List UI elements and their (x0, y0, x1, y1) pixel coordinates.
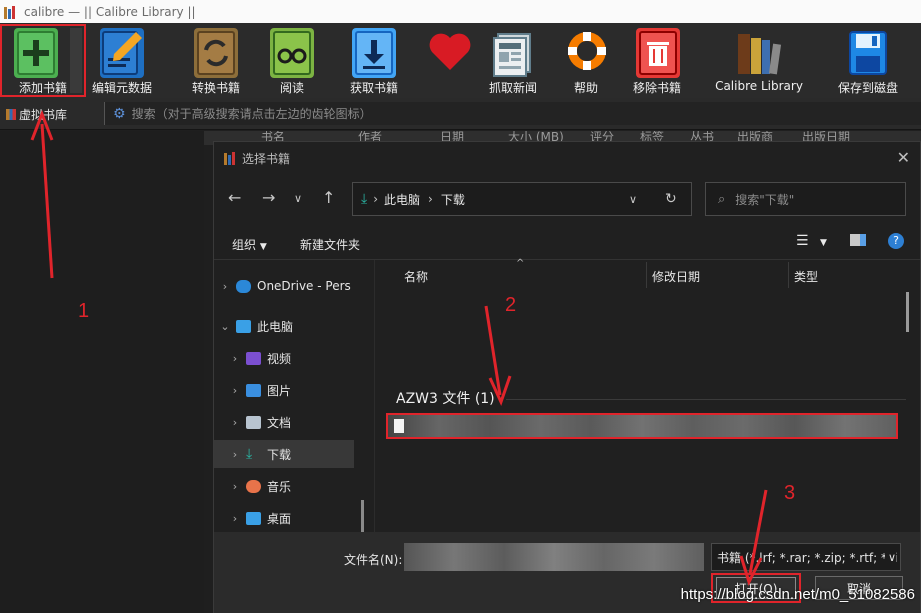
annotation-label-3: 3 (784, 482, 796, 504)
watermark-text: https://blog.csdn.net/m0_51082586 (680, 586, 915, 603)
annotation-arrow-1 (40, 123, 54, 279)
calibre-app: calibre — || Calibre Library || 添加书籍 编辑元… (0, 0, 921, 613)
annotation-label-2: 2 (505, 294, 517, 316)
annotation-label-1: 1 (78, 300, 90, 322)
annotation-arrows (30, 109, 768, 587)
